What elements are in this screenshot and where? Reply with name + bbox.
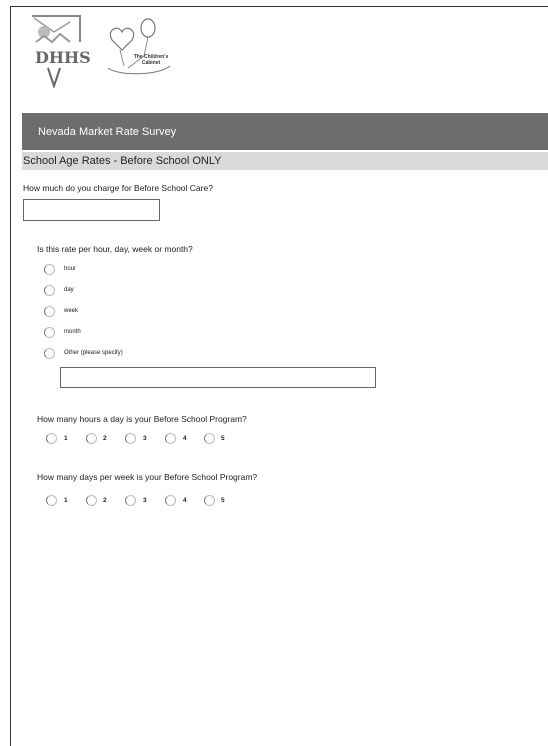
hours-5-radio[interactable] [204,433,215,444]
before-school-charge-input[interactable] [23,199,160,221]
hours-5-label: 5 [221,435,225,442]
survey-title: Nevada Market Rate Survey [38,126,177,138]
rate-week-label: week [64,308,79,314]
dhhs-logo-text: DHHS [35,48,91,67]
days-1-label: 1 [64,497,68,504]
page-title-bar: School Age Rates - Before School ONLY [22,152,548,170]
days-3-label: 3 [143,497,147,504]
rate-other-input[interactable] [60,367,376,388]
question-4-label: How many days per week is your Before Sc… [37,472,258,482]
hours-1-label: 1 [64,435,68,442]
rate-hour-label: hour [64,266,77,272]
rate-other-label: Other (please specify) [64,350,123,356]
rate-week-radio[interactable] [44,306,55,317]
childrens-cabinet-text: The Children's Cabinet [126,54,176,66]
days-2-radio[interactable] [86,495,97,506]
hours-3-label: 3 [143,435,147,442]
days-5-label: 5 [221,497,225,504]
rate-month-radio[interactable] [44,327,55,338]
rate-other-radio[interactable] [44,348,55,359]
childrens-cabinet-logo [107,18,171,75]
logo-area: DHHS The Children's Cabinet [30,12,180,92]
days-1-radio[interactable] [46,495,57,506]
hours-4-radio[interactable] [165,433,176,444]
days-2-label: 2 [103,497,107,504]
cc-line2: Cabinet [141,60,161,66]
question-1-label: How much do you charge for Before School… [23,183,213,193]
question-2-label: Is this rate per hour, day, week or mont… [37,244,193,254]
hours-2-label: 2 [103,435,107,442]
rate-day-label: day [64,287,74,293]
hours-4-label: 4 [183,435,187,442]
days-4-radio[interactable] [165,495,176,506]
rate-day-radio[interactable] [44,285,55,296]
question-3-label: How many hours a day is your Before Scho… [37,414,247,424]
hours-3-radio[interactable] [125,433,136,444]
hours-1-radio[interactable] [46,433,57,444]
rate-hour-radio[interactable] [44,264,55,275]
days-5-radio[interactable] [204,495,215,506]
hours-2-radio[interactable] [86,433,97,444]
rate-month-label: month [64,329,81,335]
days-4-label: 4 [183,497,187,504]
page-title: School Age Rates - Before School ONLY [23,155,222,167]
survey-title-bar: Nevada Market Rate Survey [22,113,548,150]
days-3-radio[interactable] [125,495,136,506]
